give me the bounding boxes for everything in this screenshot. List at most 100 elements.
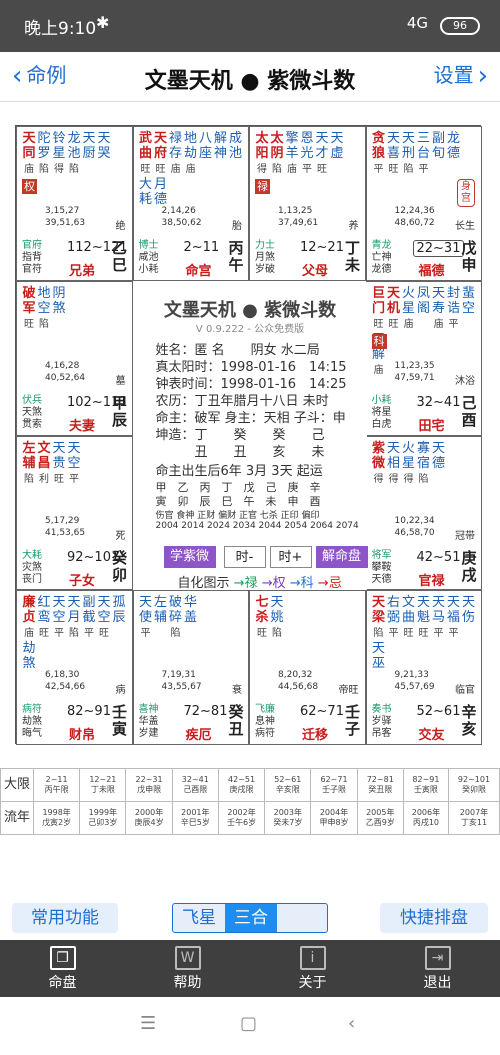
- palace-boshi: 将军 攀鞍 天德: [371, 549, 392, 585]
- palace-boshi: 小耗 将星 白虎: [371, 394, 392, 430]
- daxian-cell[interactable]: 2~11 丙午限: [32, 768, 81, 802]
- menu-icon[interactable]: ☰: [140, 1013, 156, 1034]
- daxian-cell[interactable]: 92~101 癸卯限: [447, 768, 500, 802]
- palace-stars: 七杀旺天姚陷: [255, 595, 362, 641]
- palace-ages: 6,18,30 42,54,66: [45, 670, 86, 693]
- tab-about[interactable]: i 关于: [250, 940, 375, 997]
- palace-stem-branch: 丙午: [228, 239, 244, 274]
- learn-ziwei-button[interactable]: 学紫微: [163, 545, 216, 568]
- tab-chart-label: 命盘: [48, 975, 77, 991]
- star: 华盖: [183, 595, 197, 626]
- palace-chen[interactable]: 破军旺地空陷阴煞 4,16,28 40,52,64 墓伏兵 天煞 贯索 102~111 夫妻…: [16, 280, 133, 436]
- star: 天喜旺: [386, 131, 400, 175]
- info-bazi-branches: 丑 丑 亥 未: [155, 444, 325, 460]
- liunian-cell[interactable]: 2007年 丁亥11: [447, 801, 500, 835]
- daxian-cell[interactable]: 82~91 壬寅限: [402, 768, 449, 802]
- settings-label: 设置: [433, 63, 474, 87]
- palace-range: 42~51: [416, 549, 461, 565]
- palace-si[interactable]: 天同庙陀罗陷铃星得龙池陷天厨天哭权 3,15,27 39,51,63 绝官府 指背 官符…: [16, 126, 133, 281]
- palace-name: 父母: [302, 264, 329, 279]
- palace-hai[interactable]: 天梁陷右弼平文曲旺天魁旺天马平天福平天伤天巫 9,21,33 45,57,69 临官…: [365, 590, 482, 745]
- star: 天福平: [446, 595, 460, 640]
- palace-range: 82~91: [67, 704, 111, 720]
- explain-chart-button[interactable]: 解命盘: [315, 545, 368, 568]
- palace-name: 夫妻: [69, 418, 96, 434]
- shengong-badge: 身宫: [457, 179, 475, 207]
- palace-stars: 天同庙陀罗陷铃星得龙池陷天厨天哭: [22, 131, 129, 177]
- palace-stem-branch: 丁未: [344, 239, 360, 274]
- seg-sihua[interactable]: 四化: [173, 932, 225, 933]
- star: 天空平: [67, 440, 81, 485]
- palace-wei[interactable]: 太阳得太阴陷擎羊庙恩光平天才旺天虚禄 1,13,25 37,49,61 养力士 月煞岁…: [249, 126, 366, 281]
- star: 寡宿陷: [416, 440, 430, 485]
- star: 天同庙: [22, 131, 36, 175]
- star: 天德: [431, 440, 445, 471]
- star: 铃星得: [52, 131, 66, 175]
- liunian-cell[interactable]: 2005年 乙酉9岁: [356, 801, 404, 835]
- palace-stage: 长生: [455, 221, 475, 232]
- palace-stars: 左辅陷文昌利天贵旺天空平: [22, 441, 129, 487]
- palace-stage: 衰: [232, 685, 242, 697]
- daxian-cell[interactable]: 32~41 己酉限: [171, 768, 219, 802]
- star: 孤辰: [112, 595, 126, 626]
- settings-button[interactable]: 设置 ›: [434, 60, 488, 91]
- liunian-cell[interactable]: 2004年 甲申8岁: [310, 801, 358, 835]
- daxian-cell[interactable]: 22~31 戊申限: [125, 768, 173, 802]
- palace-chou[interactable]: 天使平左辅破碎陷华盖 7,19,31 43,55,67 衰喜神 华盖 岁建 72~81 疾厄…: [132, 590, 249, 745]
- exit-icon: ⇥: [424, 946, 451, 970]
- hour-minus-button[interactable]: 时-: [223, 545, 266, 568]
- star: 火星得: [401, 440, 415, 485]
- palace-mao[interactable]: 左辅陷文昌利天贵旺天空平 5,17,29 41,53,65 死大耗 灾煞 丧门 92~10…: [16, 435, 133, 591]
- liunian-cell[interactable]: 2003年 癸未7岁: [264, 801, 312, 835]
- palace-you[interactable]: 巨门旺天机旺火星庙凤阁天寿庙封诰平蜚空天解庙科11,23,35 47,59,71…: [365, 280, 482, 436]
- star: 贪狼平: [371, 131, 385, 175]
- daxian-cell[interactable]: 62~71 壬子限: [310, 768, 358, 802]
- star: 封诰平: [446, 285, 460, 330]
- tab-exit[interactable]: ⇥ 退出: [375, 940, 500, 997]
- palace-range: 2~11: [183, 240, 220, 255]
- tab-chart[interactable]: ❐ 命盘: [0, 940, 125, 997]
- common-functions-button[interactable]: 常用功能: [12, 903, 118, 933]
- tab-help[interactable]: W 帮助: [125, 940, 250, 997]
- palace-name: 迁移: [302, 728, 329, 744]
- star: 禄存庙: [168, 131, 182, 175]
- daxian-cell[interactable]: 12~21 丁未限: [79, 768, 127, 802]
- liunian-cell[interactable]: 2002年 壬午6岁: [217, 801, 266, 835]
- palace-stem-branch: 戊申: [461, 239, 477, 274]
- hour-plus-button[interactable]: 时+: [269, 545, 312, 568]
- palace-stage: 胎: [232, 221, 242, 232]
- palace-yin[interactable]: 廉贞庙红鸾旺天空平天月陷副截平天空旺孤辰劫煞 6,18,30 42,54,66 病病…: [16, 590, 133, 745]
- daxian-cell[interactable]: 42~51 庚戌限: [217, 768, 266, 802]
- quick-chart-button[interactable]: 快捷排盘: [380, 903, 488, 933]
- star: 天使平: [138, 595, 152, 640]
- star: 凤阁: [416, 285, 430, 316]
- palace-zi[interactable]: 七杀旺天姚陷 8,20,32 44,56,68 帝旺 飞廉 息神 病符 62~71 迁移壬子: [249, 590, 366, 745]
- palace-wu[interactable]: 武曲旺天府旺禄存庙地劫庙八座解神成池大耗月德 2,14,26 38,50,62 胎博…: [132, 126, 249, 281]
- palace-stars: 天使平左辅破碎陷华盖: [139, 595, 246, 641]
- back-nav-icon[interactable]: ‹: [348, 1013, 355, 1034]
- status-bar: 晚上9:10 ✱ 4G 96: [0, 0, 500, 52]
- seg-sanhe[interactable]: 三合: [225, 904, 277, 932]
- daxian-cell[interactable]: 52~61 辛亥限: [264, 768, 312, 802]
- liunian-label: 流年: [0, 801, 34, 835]
- ziwei-chart: 天同庙陀罗陷铃星得龙池陷天厨天哭权 3,15,27 39,51,63 绝官府 指背 官符…: [15, 125, 482, 745]
- star: 天梁陷: [371, 595, 385, 640]
- palace-boshi: 飞廉 息神 病符: [255, 704, 275, 740]
- palace-shen[interactable]: 贪狼平天喜旺天刑陷三台平副旬龙德身宫 12,24,36 48,60,72 长生 青龙亡…: [365, 126, 482, 281]
- palace-xu[interactable]: 紫微得天相得火星得寡宿陷天德 10,22,34 46,58,70 冠带 将军 攀鞍 天德 4…: [365, 435, 482, 591]
- liunian-cell[interactable]: 2000年 庚辰4岁: [125, 801, 173, 835]
- liunian-cell[interactable]: 2001年 辛巳5岁: [171, 801, 219, 835]
- home-icon[interactable]: ▢: [240, 1013, 257, 1034]
- palace-range: 62~71: [300, 704, 344, 720]
- star: 太阴陷: [270, 131, 284, 175]
- palace-name: 财帛: [69, 728, 96, 744]
- legend-ji: →忌: [317, 575, 342, 591]
- liunian-cell[interactable]: 1998年 戊寅2岁: [32, 801, 81, 835]
- tab-about-label: 关于: [298, 975, 327, 991]
- palace-ages: 1,13,25 37,49,61: [278, 206, 319, 228]
- liunian-cell[interactable]: 2006年 丙戌10: [402, 801, 449, 835]
- daxian-cell[interactable]: 72~81 癸丑限: [356, 768, 404, 802]
- palace-ages: 11,23,35 47,59,71: [394, 360, 435, 383]
- seg-feixing[interactable]: 飞星: [173, 904, 225, 932]
- liunian-cell[interactable]: 1999年 己卯3岁: [79, 801, 127, 835]
